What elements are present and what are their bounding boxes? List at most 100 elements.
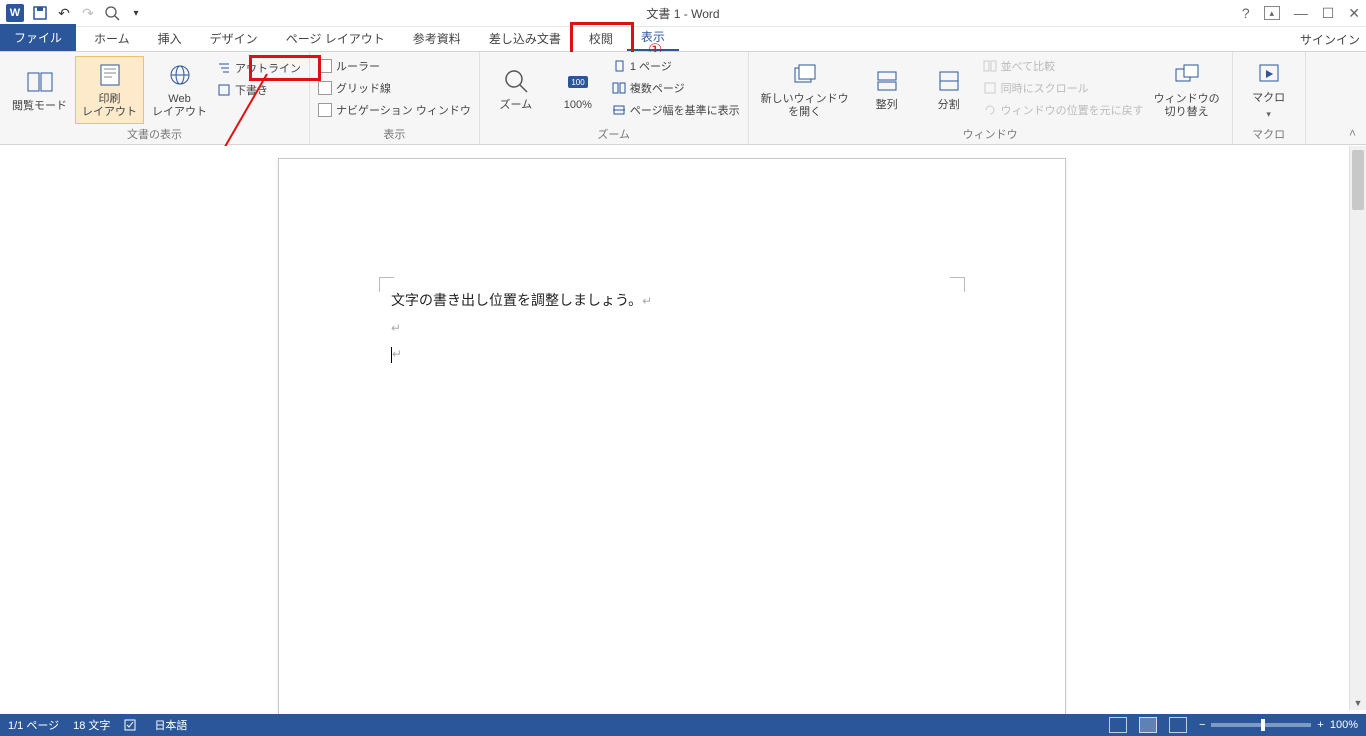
maximize-icon[interactable]: ☐ — [1322, 5, 1335, 22]
split-icon — [935, 67, 963, 95]
proofing-icon[interactable] — [124, 718, 140, 732]
new-window-label: 新しいウィンドウ を開く — [761, 93, 849, 119]
arrange-button[interactable]: 整列 — [857, 56, 917, 124]
page[interactable]: 文字の書き出し位置を調整しましょう。↵ ↵ ↵ — [278, 158, 1066, 720]
read-mode-button[interactable]: 閲覧モード — [6, 56, 73, 124]
ruler-label: ルーラー — [336, 58, 380, 74]
read-mode-label: 閲覧モード — [12, 100, 67, 113]
status-page[interactable]: 1/1 ページ — [8, 717, 59, 733]
navpane-check-icon — [318, 103, 332, 117]
resetpos-button: ウィンドウの位置を元に戻す — [983, 102, 1144, 118]
tab-design[interactable]: デザイン — [196, 26, 272, 51]
outline-button[interactable]: アウトライン — [217, 60, 301, 76]
hundred-label: 100% — [564, 99, 592, 112]
zoom-control: − + 100% — [1199, 719, 1358, 731]
status-words[interactable]: 18 文字 — [73, 717, 110, 733]
zoom-in-icon[interactable]: + — [1317, 719, 1323, 731]
tab-layout[interactable]: ページ レイアウト — [272, 26, 399, 51]
multipage-label: 複数ページ — [630, 80, 685, 96]
group-show-label: 表示 — [316, 124, 473, 142]
pagewidth-label: ページ幅を基準に表示 — [630, 102, 740, 118]
web-layout-button[interactable]: Web レイアウト — [146, 56, 213, 124]
document-text[interactable]: 文字の書き出し位置を調整しましょう。↵ — [391, 289, 652, 316]
tab-review[interactable]: 校閲 — [575, 26, 627, 51]
web-layout-icon — [166, 61, 194, 89]
syncscroll-label: 同時にスクロール — [1001, 80, 1089, 96]
sidebyside-icon — [983, 60, 997, 72]
hundred-icon: 100 — [564, 67, 592, 95]
group-views-label: 文書の表示 — [6, 124, 303, 142]
onepage-button[interactable]: 1 ページ — [612, 58, 740, 74]
web-layout-view-icon[interactable] — [1169, 717, 1187, 733]
undo-icon[interactable]: ↶ — [56, 5, 72, 21]
touch-mode-icon[interactable] — [104, 5, 120, 21]
print-layout-icon — [96, 61, 124, 89]
collapse-ribbon-icon[interactable]: ˄ — [1349, 126, 1356, 140]
gridlines-label: グリッド線 — [336, 80, 391, 96]
para-mark-icon: ↵ — [391, 321, 401, 335]
zoom-out-icon[interactable]: − — [1199, 719, 1205, 731]
ribbon-display-icon[interactable]: ▴ — [1264, 6, 1280, 20]
group-macro-label: マクロ — [1239, 124, 1299, 142]
gridlines-checkbox[interactable]: グリッド線 — [318, 80, 471, 96]
resetpos-icon — [983, 104, 997, 116]
tab-home[interactable]: ホーム — [80, 26, 144, 51]
group-document-views: 閲覧モード 印刷 レイアウト Web レイアウト アウトライン 下書き — [0, 52, 310, 144]
qat-dropdown-icon[interactable]: ▾ — [128, 5, 144, 21]
signin-link[interactable]: サインイン — [1300, 31, 1360, 48]
vertical-scrollbar[interactable]: ▲ ▼ — [1349, 146, 1366, 710]
line-1: 文字の書き出し位置を調整しましょう。 — [391, 294, 642, 309]
zoom-slider-handle[interactable] — [1261, 719, 1265, 731]
print-layout-button[interactable]: 印刷 レイアウト — [75, 56, 144, 124]
status-language[interactable]: 日本語 — [154, 717, 187, 733]
macros-button[interactable]: マクロ ▾ — [1239, 56, 1299, 124]
close-icon[interactable]: ✕ — [1348, 5, 1360, 22]
tab-references[interactable]: 参考資料 — [399, 26, 475, 51]
sidebyside-label: 並べて比較 — [1001, 58, 1056, 74]
ribbon: 閲覧モード 印刷 レイアウト Web レイアウト アウトライン 下書き — [0, 52, 1366, 145]
read-mode-view-icon[interactable] — [1109, 717, 1127, 733]
group-zoom: ズーム 100 100% 1 ページ 複数ページ ページ幅を基準に表示 — [480, 52, 749, 144]
switch-window-icon — [1173, 61, 1201, 89]
switch-window-button[interactable]: ウィンドウの 切り替え — [1148, 56, 1226, 124]
scroll-thumb[interactable] — [1352, 150, 1364, 210]
zoom-button[interactable]: ズーム — [486, 56, 546, 124]
arrange-icon — [873, 67, 901, 95]
save-icon[interactable] — [32, 5, 48, 21]
web-layout-label: Web レイアウト — [152, 93, 207, 119]
redo-icon[interactable]: ↷ — [80, 5, 96, 21]
pagewidth-button[interactable]: ページ幅を基準に表示 — [612, 102, 740, 118]
gridlines-check-icon — [318, 81, 332, 95]
ruler-checkbox[interactable]: ルーラー — [318, 58, 471, 74]
new-window-icon — [791, 61, 819, 89]
tab-file[interactable]: ファイル — [0, 24, 76, 51]
hundred-button[interactable]: 100 100% — [548, 56, 608, 124]
minimize-icon[interactable]: — — [1294, 5, 1308, 21]
window-title: 文書 1 - Word — [646, 5, 719, 22]
zoom-slider[interactable] — [1211, 723, 1311, 727]
switch-window-label: ウィンドウの 切り替え — [1154, 93, 1220, 119]
tab-mailings[interactable]: 差し込み文書 — [475, 26, 575, 51]
split-button[interactable]: 分割 — [919, 56, 979, 124]
navpane-checkbox[interactable]: ナビゲーション ウィンドウ — [318, 102, 471, 118]
onepage-icon — [612, 59, 626, 73]
tab-insert[interactable]: 挿入 — [144, 26, 196, 51]
print-layout-label: 印刷 レイアウト — [82, 93, 137, 119]
title-controls: ? ▴ — ☐ ✕ — [1242, 5, 1360, 22]
scroll-down-icon[interactable]: ▼ — [1350, 696, 1366, 710]
group-window: 新しいウィンドウ を開く 整列 分割 並べて比較 同時にスクロール — [749, 52, 1233, 144]
zoom-label: ズーム — [500, 99, 533, 112]
help-icon[interactable]: ? — [1242, 5, 1250, 21]
group-macro: マクロ ▾ マクロ — [1233, 52, 1306, 144]
macros-label: マクロ — [1252, 92, 1285, 105]
quick-access-toolbar: W ↶ ↷ ▾ — [0, 4, 144, 22]
print-layout-view-icon[interactable] — [1139, 717, 1157, 733]
document-area[interactable]: 文字の書き出し位置を調整しましょう。↵ ↵ ↵ — [0, 146, 1350, 710]
zoom-level[interactable]: 100% — [1330, 719, 1358, 731]
multipage-button[interactable]: 複数ページ — [612, 80, 740, 96]
para-mark-icon: ↵ — [642, 294, 652, 308]
new-window-button[interactable]: 新しいウィンドウ を開く — [755, 56, 855, 124]
multipage-icon — [612, 81, 626, 95]
macros-icon — [1255, 60, 1283, 88]
group-window-label: ウィンドウ — [755, 124, 1226, 142]
